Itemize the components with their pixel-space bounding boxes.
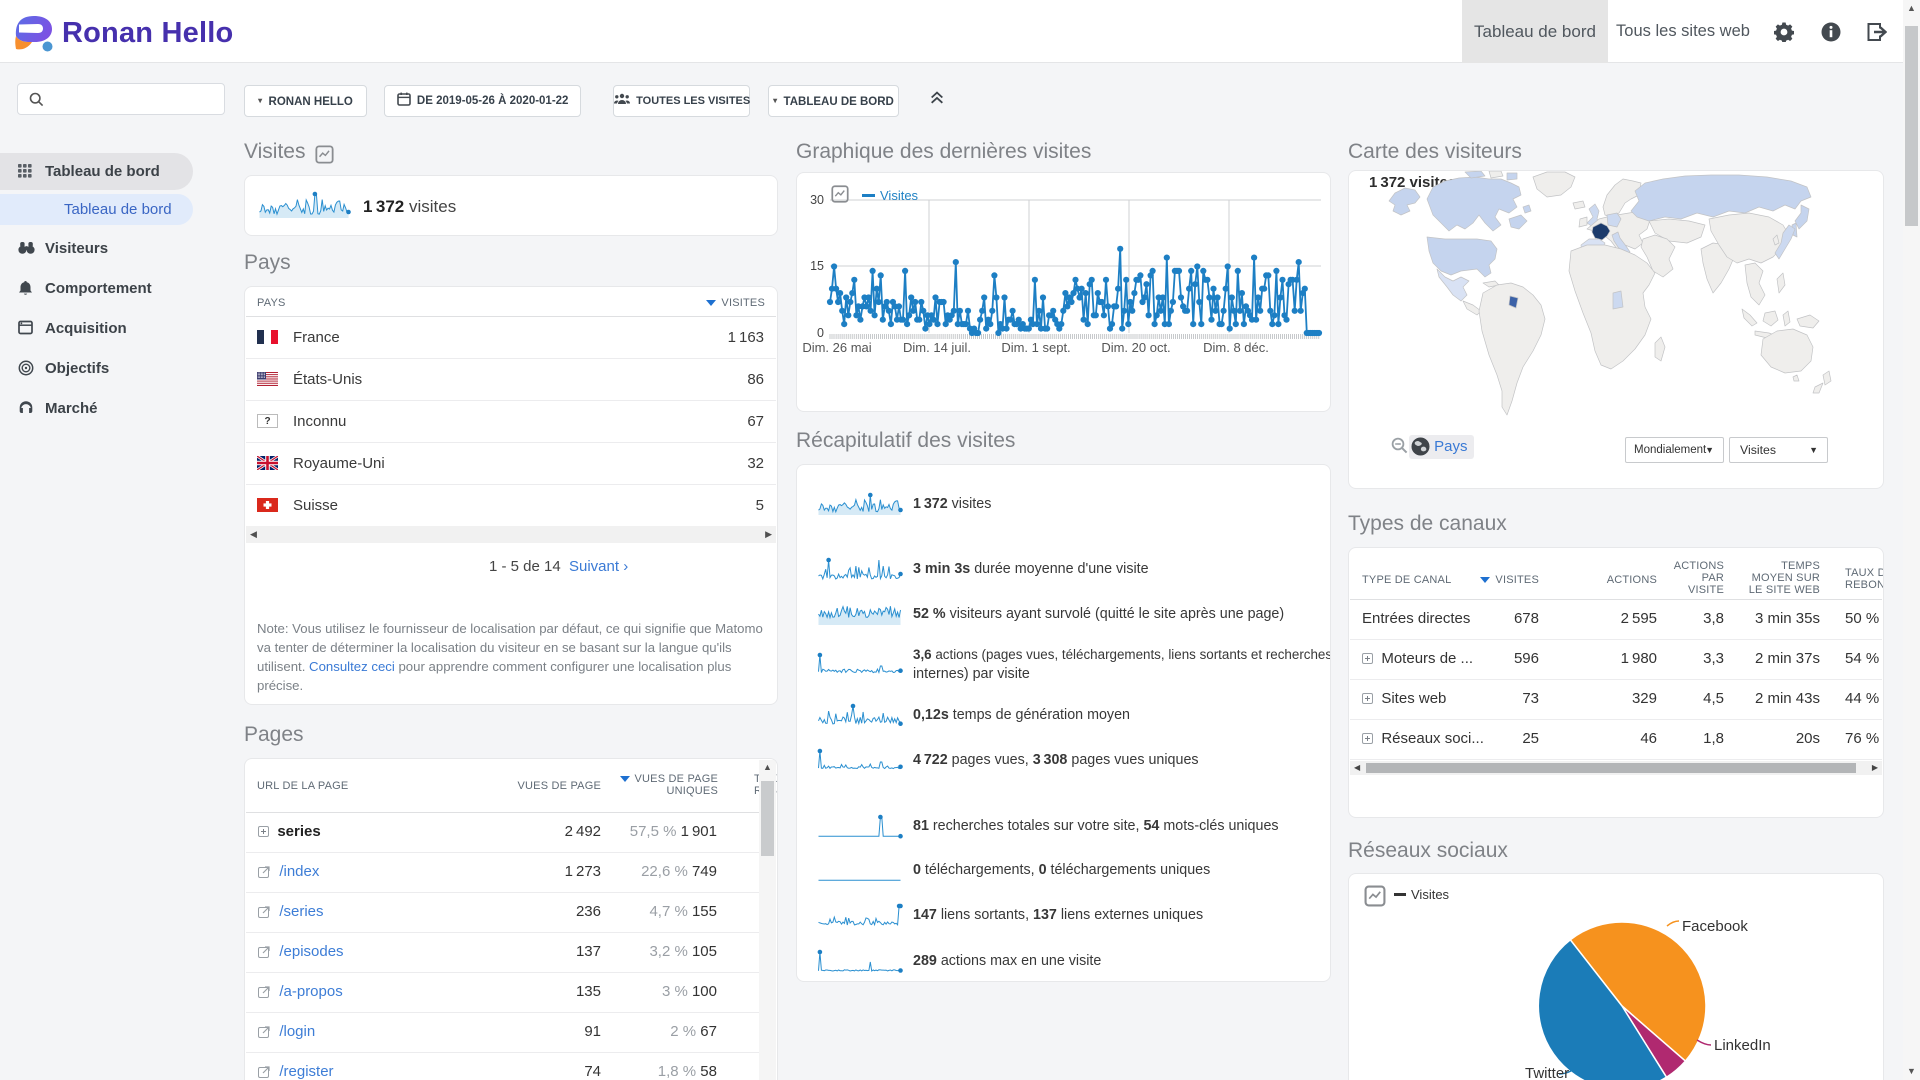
svg-text:0: 0 — [817, 326, 824, 340]
svg-text:Dim. 8 déc.: Dim. 8 déc. — [1203, 340, 1269, 355]
svg-text:Twitter: Twitter — [1525, 1065, 1569, 1080]
svg-text:15: 15 — [810, 259, 824, 273]
svg-text:Dim. 20 oct.: Dim. 20 oct. — [1101, 340, 1170, 355]
svg-text:Dim. 1 sept.: Dim. 1 sept. — [1001, 340, 1070, 355]
svg-text:Facebook: Facebook — [1682, 918, 1748, 935]
svg-text:30: 30 — [810, 193, 824, 207]
svg-text:LinkedIn: LinkedIn — [1714, 1037, 1771, 1054]
svg-text:Dim. 14 juil.: Dim. 14 juil. — [903, 340, 971, 355]
svg-text:Dim. 26 mai: Dim. 26 mai — [802, 340, 871, 355]
